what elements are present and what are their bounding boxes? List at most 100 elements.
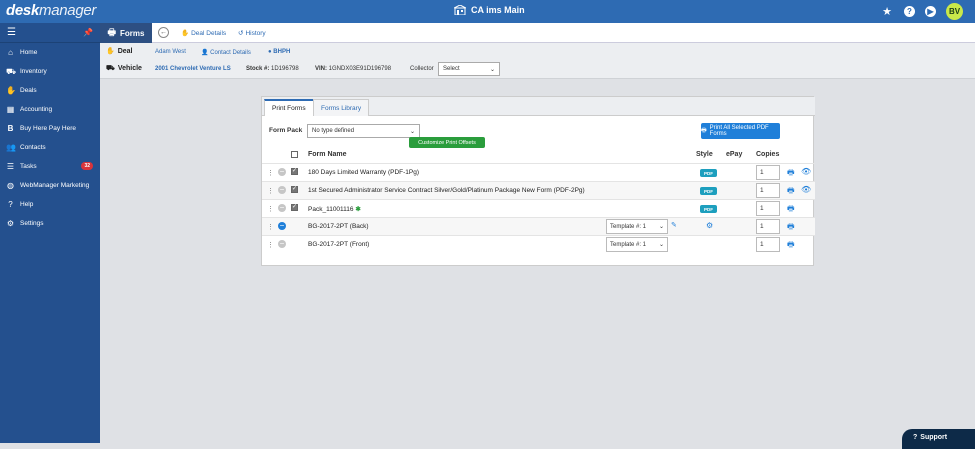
eye-icon[interactable]: 👁 [801, 185, 811, 194]
table-row[interactable]: ⋮ − BG-2017-2PT (Back) Template #: 1 ⌄ ✎ … [262, 217, 815, 235]
globe-icon: ◍ [7, 181, 14, 190]
row-checkbox[interactable]: ✓ [291, 168, 298, 175]
deal-details-link[interactable]: ✋ Deal Details [181, 29, 226, 38]
template-select[interactable]: Template #: 1 ⌄ [606, 237, 668, 252]
user-avatar[interactable]: BV [946, 3, 963, 20]
edit-icon[interactable]: ✎ [671, 221, 677, 229]
copies-input[interactable]: 1 [756, 201, 780, 216]
row-checkbox[interactable]: ✓ [291, 186, 298, 193]
sub-nav: 🖶 Forms ← ✋ Deal Details ↺ History [100, 23, 975, 43]
collector-select[interactable]: Select ⌄ [438, 62, 500, 76]
top-bar: deskmanager CA ims Main ★ ? ▶ BV [0, 0, 975, 23]
printer-icon[interactable]: 🖶 [787, 221, 795, 235]
app-logo[interactable]: deskmanager [6, 2, 96, 19]
remove-icon[interactable]: − [278, 204, 286, 212]
tab-forms[interactable]: 🖶 Forms [100, 23, 152, 43]
drag-handle-icon[interactable]: ⋮ [267, 187, 274, 195]
store-selector[interactable]: CA ims Main [454, 5, 525, 15]
pdf-badge: PDF [700, 187, 717, 195]
remove-icon[interactable]: − [278, 186, 286, 194]
store-icon [454, 5, 466, 15]
form-name: 1st Secured Administrator Service Contra… [308, 187, 585, 194]
contacts-icon: 👥 [6, 143, 16, 152]
forms-panel: Print Forms Forms Library Form Pack No t… [261, 96, 815, 266]
sidebar-item-deals[interactable]: ✋ Deals [0, 81, 100, 100]
sidebar-item-home[interactable]: ⌂ Home [0, 43, 100, 62]
chevron-down-icon: ⌄ [658, 224, 664, 230]
help-icon[interactable]: ? [904, 6, 915, 17]
copies-input[interactable]: 1 [756, 165, 780, 180]
copies-input[interactable]: 1 [756, 219, 780, 234]
printer-icon[interactable]: 🖶 [787, 203, 795, 217]
sidebar-item-contacts[interactable]: 👥 Contacts [0, 138, 100, 157]
chevron-down-icon: ⌄ [658, 242, 664, 248]
stock-number: Stock #: 1D196798 [246, 66, 299, 72]
vin-number: VIN: 1GNDX03E91D196798 [315, 66, 392, 72]
play-icon[interactable]: ▶ [925, 6, 936, 17]
vehicle-label: ⛟ Vehicle [106, 65, 142, 72]
print-all-button[interactable]: 🖶 Print All Selected PDF Forms [701, 123, 780, 139]
drag-handle-icon[interactable]: ⋮ [267, 241, 274, 249]
form-name: BG-2017-2PT (Front) [308, 241, 370, 248]
sidebar-item-tasks[interactable]: ☰ Tasks 32 [0, 157, 100, 176]
table-row[interactable]: ⋮ − ✓ 1st Secured Administrator Service … [262, 181, 815, 199]
gear-icon[interactable]: ⚙ [706, 221, 713, 230]
remove-icon[interactable]: − [278, 240, 286, 248]
printer-icon[interactable]: 🖶 [787, 185, 795, 199]
row-checkbox[interactable]: ✓ [291, 204, 298, 211]
vehicle-link[interactable]: 2001 Chevrolet Venture LS [155, 66, 231, 72]
star-icon[interactable]: ★ [880, 5, 894, 19]
table-header: Form Name Style ePay Copies [262, 148, 815, 163]
tasks-badge: 32 [81, 162, 93, 170]
template-select[interactable]: Template #: 1 ⌄ [606, 219, 668, 234]
copies-input[interactable]: 1 [756, 237, 780, 252]
form-name: Pack_11001116 ✱ [308, 206, 361, 213]
pin-icon[interactable]: 📌 [83, 28, 93, 37]
tasks-icon: ☰ [6, 162, 15, 171]
table-row[interactable]: ⋮ − ✓ Pack_11001116 ✱ PDF 1 🖶 [262, 199, 815, 217]
back-button[interactable]: ← [158, 27, 169, 38]
deal-info: ✋ Deal Adam West 👤 Contact Details ● BHPH… [100, 43, 975, 79]
deal-label: ✋ Deal [106, 47, 133, 56]
printer-icon: 🖶 [107, 27, 117, 37]
chevron-down-icon: ⌄ [489, 67, 495, 73]
print-offsets-tooltip: Customize Print Offsets [409, 137, 485, 148]
printer-icon[interactable]: 🖶 [787, 239, 795, 253]
hamburger-icon[interactable]: ☰ [7, 27, 16, 38]
select-all-checkbox[interactable] [291, 151, 298, 158]
home-icon: ⌂ [8, 48, 13, 57]
form-pack-select[interactable]: No type defined ⌄ [307, 124, 420, 138]
gear-icon: ⚙ [6, 219, 15, 228]
contact-details-link[interactable]: 👤 Contact Details [201, 49, 251, 56]
support-button[interactable]: ? Support [902, 429, 975, 449]
remove-icon[interactable]: − [278, 222, 286, 230]
sidebar-item-bhph[interactable]: B Buy Here Pay Here [0, 119, 100, 138]
printer-icon[interactable]: 🖶 [787, 167, 795, 181]
copies-input[interactable]: 1 [756, 183, 780, 198]
form-name: BG-2017-2PT (Back) [308, 223, 369, 230]
table-row[interactable]: ⋮ − ✓ 180 Days Limited Warranty (PDF-1Pg… [262, 163, 815, 181]
form-name: 180 Days Limited Warranty (PDF-1Pg) [308, 169, 420, 176]
collector-label: Collector [410, 66, 434, 72]
drag-handle-icon[interactable]: ⋮ [267, 169, 274, 177]
history-link[interactable]: ↺ History [238, 29, 266, 38]
sidebar-item-help[interactable]: ? Help [0, 195, 100, 214]
sidebar-item-inventory[interactable]: ⛟ Inventory [0, 62, 100, 81]
eye-icon[interactable]: 👁 [801, 167, 811, 176]
customer-link[interactable]: Adam West [155, 49, 186, 55]
help-icon: ? [8, 200, 13, 209]
sidebar-item-settings[interactable]: ⚙ Settings [0, 214, 100, 233]
pdf-badge: PDF [700, 205, 717, 213]
car-icon: ⛟ [6, 66, 17, 76]
tab-forms-library[interactable]: Forms Library [313, 99, 370, 116]
sidebar-item-accounting[interactable]: ▦ Accounting [0, 100, 100, 119]
tab-print-forms[interactable]: Print Forms [264, 99, 314, 116]
table-row[interactable]: ⋮ − BG-2017-2PT (Front) Template #: 1 ⌄ 1… [262, 235, 815, 253]
sidebar-item-webmanager[interactable]: ◍ WebManager Marketing [0, 176, 100, 195]
chevron-down-icon: ⌄ [409, 129, 415, 135]
accounting-icon: ▦ [6, 105, 15, 114]
remove-icon[interactable]: − [278, 168, 286, 176]
drag-handle-icon[interactable]: ⋮ [267, 223, 274, 231]
store-name: CA ims Main [471, 5, 525, 15]
drag-handle-icon[interactable]: ⋮ [267, 205, 274, 213]
